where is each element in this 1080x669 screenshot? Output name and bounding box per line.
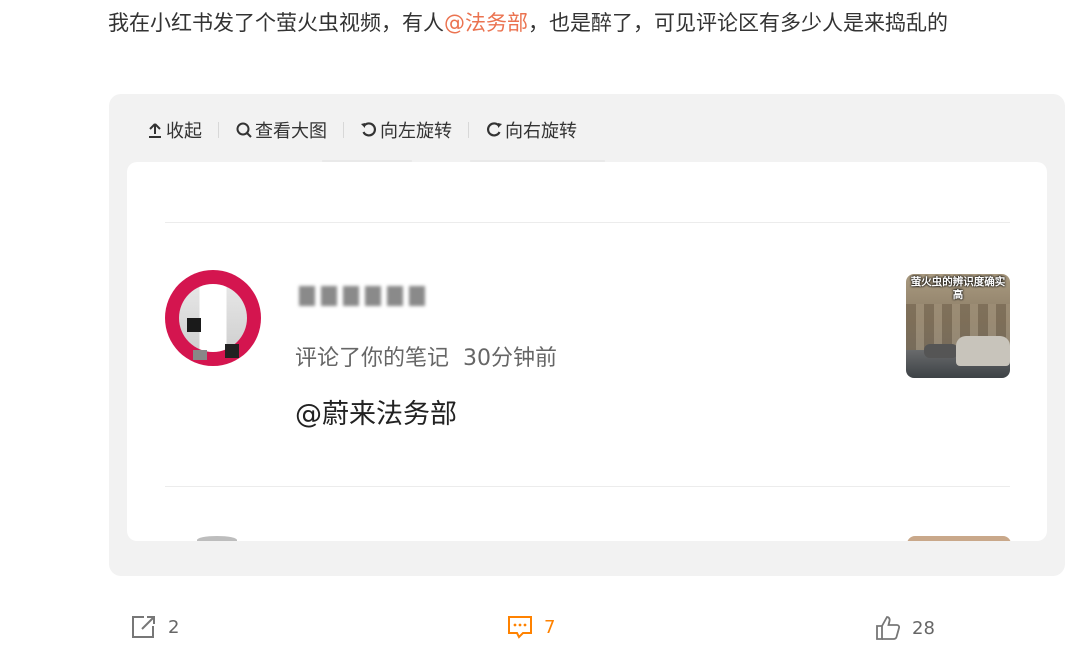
- toolbar-divider: [218, 122, 219, 138]
- avatar: [165, 270, 261, 366]
- mention-link[interactable]: @法务部: [444, 11, 528, 35]
- comment-count: 7: [544, 616, 556, 638]
- post-text-before: 我在小红书发了个萤火虫视频，有人: [108, 11, 444, 35]
- post-text: 我在小红书发了个萤火虫视频，有人@法务部，也是醉了，可见评论区有多少人是来捣乱的: [108, 2, 1058, 44]
- rotate-right-icon: [487, 122, 502, 137]
- post-text-after: ，也是醉了，可见评论区有多少人是来捣乱的: [528, 11, 948, 35]
- collapse-label: 收起: [166, 121, 202, 142]
- next-thumbnail-partial: [907, 536, 1011, 541]
- comment-text: @蔚来法务部: [295, 399, 457, 430]
- divider: [165, 222, 1010, 223]
- notification-action: 评论了你的笔记: [295, 346, 450, 371]
- notification-time: 30分钟前: [463, 346, 558, 371]
- comment-icon: [508, 616, 532, 639]
- view-large-button[interactable]: 查看大图: [235, 117, 327, 143]
- notification-meta: 评论了你的笔记 30分钟前: [295, 340, 557, 372]
- rotate-left-icon: [361, 122, 376, 137]
- image-toolbar: 收起 查看大图 向左旋转 向右旋转: [146, 116, 577, 144]
- share-count: 2: [168, 616, 180, 638]
- like-count: 28: [912, 617, 935, 639]
- thumbnail-caption: 萤火虫的辨识度确实高: [910, 276, 1006, 301]
- toolbar-divider: [343, 122, 344, 138]
- magnifier-icon: [236, 122, 252, 138]
- collapse-button[interactable]: 收起: [146, 117, 202, 143]
- toolbar-divider: [468, 122, 469, 138]
- share-button[interactable]: 2: [130, 614, 179, 640]
- like-button[interactable]: 28: [874, 614, 935, 642]
- view-large-label: 查看大图: [255, 121, 327, 142]
- username-blurred: [299, 286, 425, 306]
- comment-button[interactable]: 7: [506, 614, 555, 640]
- rotate-right-button[interactable]: 向右旋转: [485, 117, 577, 143]
- screenshot-image[interactable]: 评论了你的笔记 30分钟前 @蔚来法务部 萤火虫的辨识度确实高: [127, 162, 1047, 541]
- divider: [165, 486, 1010, 487]
- collapse-up-icon: [149, 123, 161, 138]
- rotate-right-label: 向右旋转: [505, 121, 577, 142]
- share-icon: [132, 616, 155, 638]
- note-thumbnail: 萤火虫的辨识度确实高: [906, 274, 1010, 378]
- rotate-left-button[interactable]: 向左旋转: [360, 117, 452, 143]
- next-avatar-partial: [197, 536, 237, 541]
- rotate-left-label: 向左旋转: [380, 121, 452, 142]
- post-actions: 2 7 28: [0, 610, 1080, 646]
- thumbs-up-icon: [876, 616, 901, 640]
